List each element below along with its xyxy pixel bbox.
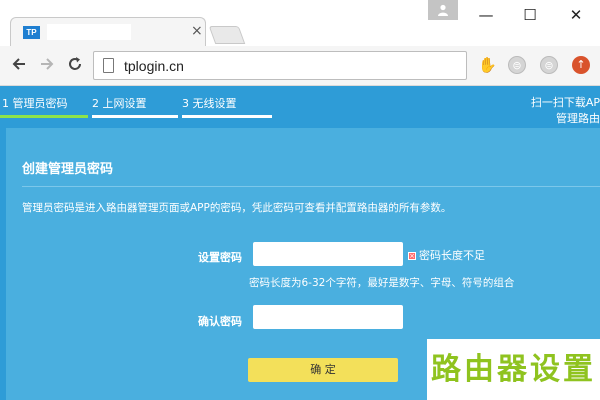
user-icon [438,4,448,16]
extension-icon-2[interactable]: ⊜ [508,56,526,74]
close-window-button[interactable]: ✕ [556,0,596,30]
back-icon[interactable] [8,55,30,77]
panel-description: 管理员密码是进入路由器管理页面或APP的密码，凭此密码可查看并配置路由器的所有参… [22,202,452,214]
confirm-button[interactable]: 确 定 [248,358,398,382]
app-download-promo[interactable]: 扫一扫下载AP 管理路由 [531,95,600,127]
step-internet-settings[interactable]: 2 上网设置 [92,95,147,111]
user-profile-button[interactable] [428,0,458,20]
browser-tab[interactable]: TP × [10,17,206,46]
url-text: tplogin.cn [124,58,184,74]
tab-title [47,24,131,40]
tab-close-icon[interactable]: × [191,23,203,39]
address-bar[interactable]: tplogin.cn [93,51,467,80]
page-icon [103,58,114,73]
step-wireless-settings[interactable]: 3 无线设置 [182,95,237,111]
maximize-button[interactable]: ☐ [510,0,550,30]
new-tab-button[interactable] [208,26,246,44]
confirm-password-input[interactable] [253,305,403,329]
password-error: × 密码长度不足 [408,247,485,263]
step-indicator [92,115,178,118]
tp-link-favicon-icon: TP [23,26,40,39]
divider [22,186,600,187]
panel-title: 创建管理员密码 [22,162,114,177]
minimize-button[interactable]: — [466,0,506,30]
password-input[interactable] [253,242,403,266]
password-label: 设置密码 [198,251,242,264]
browser-toolbar: tplogin.cn ✋ ⊜ ⊜ ↑ [0,46,600,86]
step-admin-password[interactable]: 1 管理员密码 [2,95,68,111]
reload-icon[interactable] [64,55,86,77]
step-indicator [182,115,272,118]
forward-icon[interactable] [36,55,58,77]
extension-icon-3[interactable]: ⊜ [540,56,558,74]
watermark-text: 路由器设置 [427,339,600,400]
confirm-password-label: 确认密码 [198,315,242,328]
error-text: 密码长度不足 [419,249,485,262]
password-hint: 密码长度为6-32个字符，最好是数字、字母、符号的组合 [249,277,515,289]
promo-line-2: 管理路由 [556,112,600,125]
orange-upload-icon[interactable]: ↑ [572,56,590,74]
browser-titlebar: TP × — ☐ ✕ [0,0,600,46]
error-icon: × [408,252,416,260]
extension-icon[interactable]: ✋ [478,56,497,74]
promo-line-1: 扫一扫下载AP [530,96,600,109]
steps-nav: 1 管理员密码 2 上网设置 3 无线设置 扫一扫下载AP 管理路由 [0,86,600,125]
step-indicator-active [0,115,88,118]
